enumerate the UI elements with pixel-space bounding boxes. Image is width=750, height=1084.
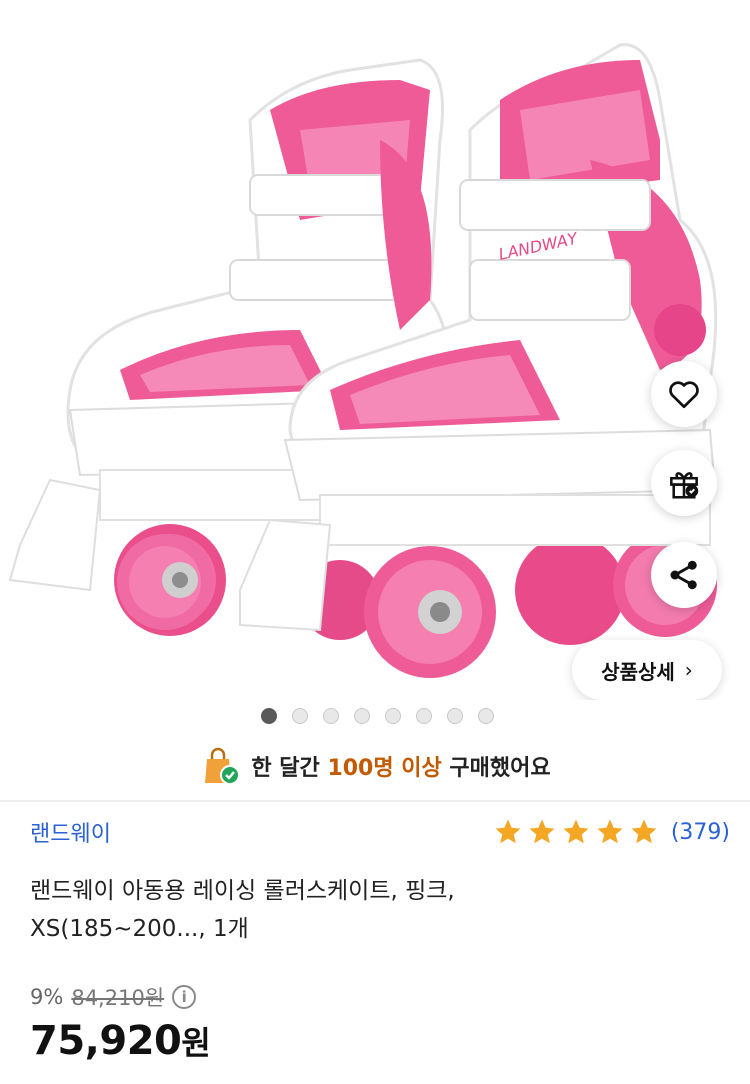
chevron-right-icon: › [684, 658, 693, 682]
final-price: 75,920원 [30, 1018, 211, 1064]
gift-icon [670, 472, 699, 499]
star-icon [495, 819, 521, 844]
carousel-dot[interactable] [477, 708, 494, 724]
star-icon [597, 819, 623, 844]
carousel-dot[interactable] [384, 708, 401, 724]
star-icon [563, 819, 589, 844]
carousel-dot[interactable] [260, 708, 277, 724]
brand-rating-row: 랜드웨이 (379) [30, 812, 730, 852]
original-price: 84,210원 [71, 986, 165, 1010]
product-title: 랜드웨이 아동용 레이싱 롤러스케이트, 핑크, XS(185~200..., … [30, 872, 720, 948]
carousel-dot[interactable] [446, 708, 463, 724]
share-icon [670, 560, 697, 590]
discount-row: 9% 84,210원 i [30, 982, 197, 1012]
info-icon[interactable]: i [172, 985, 197, 1009]
purchase-count-banner: 한 달간 100명 이상 구매했어요 [0, 742, 750, 790]
divider [0, 800, 750, 802]
carousel-dot[interactable] [353, 708, 370, 724]
currency-unit: 원 [181, 1024, 211, 1062]
carousel-dot[interactable] [415, 708, 432, 724]
product-image[interactable]: LANDWAY 상품상세 › [0, 0, 750, 700]
star-icon [529, 819, 555, 844]
product-detail-label: 상품상세 [601, 659, 675, 684]
gift-button[interactable] [651, 450, 717, 516]
shopping-bag-check-icon [199, 745, 241, 787]
carousel-dot[interactable] [322, 708, 339, 724]
product-title-line2: XS(185~200..., 1개 [30, 916, 249, 942]
review-count[interactable]: (379) [671, 820, 730, 845]
star-icon [631, 819, 657, 844]
banner-suffix: 구매했어요 [449, 756, 551, 781]
share-button[interactable] [651, 542, 717, 608]
product-detail-button[interactable]: 상품상세 › [572, 640, 722, 700]
carousel-indicator [0, 708, 750, 724]
discount-rate: 9% [30, 985, 64, 1009]
heart-icon [669, 381, 699, 409]
carousel-dot[interactable] [291, 708, 308, 724]
rating[interactable]: (379) [493, 817, 730, 847]
like-button[interactable] [651, 361, 717, 427]
banner-prefix: 한 달간 [251, 756, 320, 781]
brand-link[interactable]: 랜드웨이 [30, 816, 111, 848]
banner-highlight: 100명 이상 [327, 756, 442, 781]
product-title-line1: 랜드웨이 아동용 레이싱 롤러스케이트, 핑크, [30, 878, 455, 904]
final-price-value: 75,920 [30, 1018, 182, 1064]
